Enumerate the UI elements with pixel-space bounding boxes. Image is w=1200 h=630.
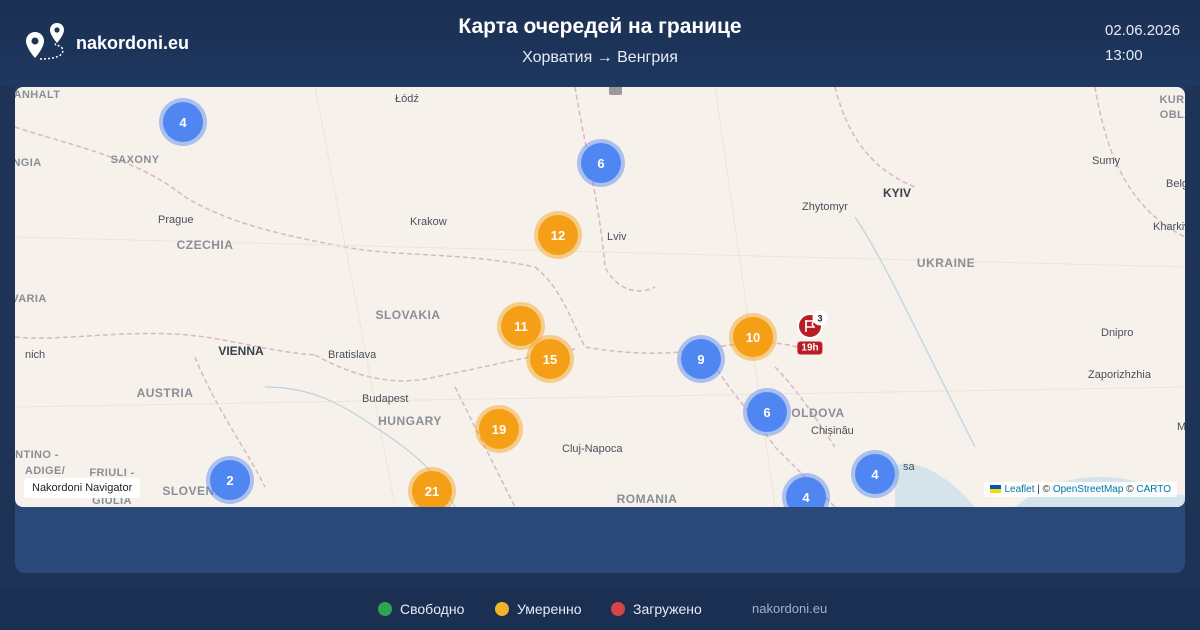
map-label-region: ANHALT [15, 89, 61, 101]
map-label-capital: KYIV [882, 186, 912, 200]
map-label-country: UKRAINE [916, 256, 976, 270]
map-label-city: sa [903, 461, 915, 473]
map-label-city: Lviv [607, 231, 627, 243]
footer-site[interactable]: nakordoni.eu [752, 601, 827, 616]
map-label-city: Belgorod [1166, 178, 1185, 190]
queue-cluster-marker[interactable]: 21 [412, 471, 452, 507]
time-label: 13:00 [1105, 47, 1143, 64]
legend-moderate: Умеренно [495, 601, 582, 617]
map-label-country: CZECHIA [176, 238, 234, 252]
map-label-city: Chișinău [811, 425, 854, 437]
legend-dot [378, 602, 392, 616]
map-label-region: KURSK [1159, 94, 1185, 106]
map-label-city: Kharkiv [1153, 221, 1185, 233]
queue-cluster-marker[interactable]: 11 [501, 306, 541, 346]
map-label-city: Prague [158, 214, 194, 226]
legend-dot [495, 602, 509, 616]
carto-link[interactable]: CARTO [1136, 484, 1171, 495]
map-label-region: NGIA [15, 157, 42, 169]
map-label-city: Ma [1177, 421, 1185, 433]
map-label-city: Łódź [395, 93, 419, 105]
queue-cluster-marker[interactable]: 6 [581, 143, 621, 183]
page-title: Карта очередей на границе [458, 15, 742, 38]
queue-cluster-marker[interactable]: 12 [538, 215, 578, 255]
queue-cluster-marker[interactable]: 10 [733, 317, 773, 357]
map-label-city: Krakow [410, 216, 447, 228]
map-label-region: NTINO - [15, 449, 59, 461]
footer: Свободно Умеренно Загружено nakordoni.eu [0, 588, 1200, 630]
queue-cluster-marker[interactable]: 4 [163, 102, 203, 142]
legend-free: Свободно [378, 601, 464, 617]
legend-busy: Загружено [611, 601, 702, 617]
osm-link[interactable]: OpenStreetMap [1053, 484, 1124, 495]
ukraine-flag-icon [990, 485, 1002, 493]
map-attribution: Leaflet | © OpenStreetMap © CARTO [984, 482, 1177, 497]
queue-cluster-marker[interactable]: 15 [530, 339, 570, 379]
map-label-country: ROMANIA [616, 492, 678, 506]
flag-count-badge: 3 [812, 310, 828, 326]
map-label-city: nich [25, 349, 46, 361]
map-label-city: Bratislava [328, 349, 377, 361]
map-label-country: OLDOVA [791, 406, 845, 420]
queue-cluster-marker[interactable]: 9 [681, 339, 721, 379]
leaflet-link[interactable]: Leaflet [1004, 484, 1034, 495]
map-label-country: HUNGARY [378, 414, 442, 428]
map-label-city: Zhytomyr [802, 201, 848, 213]
map-view[interactable]: ANHALT SAXONY NGIA Łódź Prague CZECHIA Krakow L… [15, 87, 1185, 507]
map-label-city: Sumy [1092, 155, 1121, 167]
map-label-city: Dnipro [1101, 327, 1134, 339]
queue-cluster-marker[interactable]: 2 [210, 460, 250, 500]
navigator-label[interactable]: Nakordoni Navigator [24, 478, 141, 498]
route-subtitle: Хорватия → Венгрия [522, 49, 678, 66]
date-label: 02.06.2026 [1105, 22, 1181, 39]
map-label-region: OBLAS [1159, 109, 1185, 121]
map-label-city: Budapest [362, 393, 409, 405]
flag-wait-time: 19h [797, 341, 823, 355]
map-label-region: ADIGE/ [24, 465, 66, 477]
map-label-region: SAXONY [110, 154, 160, 166]
map-label-country: AUSTRIA [136, 386, 194, 400]
map-top-marker [609, 87, 622, 95]
map-label-capital: VIENNA [218, 344, 264, 358]
map-label-country: SLOVAKIA [375, 308, 441, 322]
header: nakordoni.eu Карта очередей на границе Х… [0, 0, 1200, 86]
legend-dot [611, 602, 625, 616]
map-label-city: Zaporizhzhia [1088, 369, 1151, 381]
queue-cluster-marker[interactable]: 19 [479, 409, 519, 449]
map-label-city: Cluj-Napoca [562, 443, 623, 455]
map-label-region: VARIA [15, 293, 47, 305]
queue-cluster-marker[interactable]: 4 [855, 454, 895, 494]
queue-cluster-marker[interactable]: 6 [747, 392, 787, 432]
